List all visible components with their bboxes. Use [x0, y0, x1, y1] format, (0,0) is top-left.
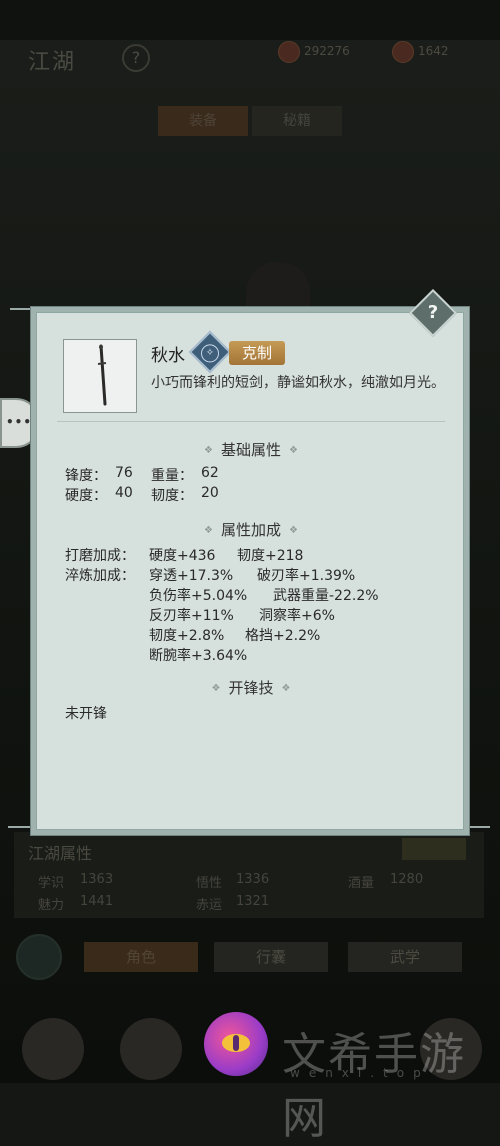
- restraint-label: 克制: [229, 341, 285, 365]
- coin-icon: [278, 41, 300, 63]
- top-bar: [0, 0, 500, 40]
- stat-label: 韧度：: [151, 488, 193, 504]
- help-icon[interactable]: ?: [122, 44, 150, 72]
- stat-label: 硬度：: [65, 488, 107, 504]
- sharpen-skill-value: 未开锋: [65, 706, 107, 722]
- role-button[interactable]: 角色: [84, 942, 198, 972]
- bonus-attributes-title: ❖ 属性加成 ❖: [204, 521, 298, 539]
- tab-equipment[interactable]: 装备: [158, 106, 248, 136]
- bonus-value: 武器重量-22.2%: [273, 588, 379, 604]
- bonus-value: 穿透+17.3%: [149, 568, 234, 584]
- martial-arts-button[interactable]: 武学: [348, 942, 462, 972]
- bonus-value: 硬度+436: [149, 548, 216, 564]
- stat-label: 重量：: [151, 468, 193, 484]
- base-attributes-title: ❖ 基础属性 ❖: [204, 441, 298, 459]
- bonus-value: 断腕率+3.64%: [149, 648, 248, 664]
- character-figure: [246, 262, 310, 312]
- stat-label: 锋度：: [65, 468, 107, 484]
- watermark-subtext: wenxi.top: [290, 1066, 430, 1080]
- ingot-currency: 1642: [392, 40, 449, 63]
- stat-value: 62: [201, 465, 219, 481]
- decor-line: [8, 826, 38, 828]
- coin-currency: 292276: [278, 40, 350, 63]
- stat-value: 40: [115, 485, 133, 501]
- stat-value: 20: [201, 485, 219, 501]
- stat-label: 酒量: [348, 876, 375, 891]
- stat-value: 1280: [390, 872, 424, 887]
- decor-line: [10, 308, 40, 310]
- diamond-icon: ❖: [204, 525, 213, 536]
- short-sword-icon: [97, 344, 107, 406]
- stat-label: 学识: [38, 876, 65, 891]
- question-icon: ?: [427, 302, 439, 323]
- bonus-value: 破刃率+1.39%: [257, 568, 356, 584]
- diamond-icon: ❖: [204, 445, 213, 456]
- watermark-logo: [204, 1012, 268, 1076]
- stat-label: 赤运: [196, 898, 223, 913]
- ingot-value: 1642: [418, 44, 449, 58]
- stat-value: 1441: [80, 894, 114, 909]
- diamond-icon: ❖: [289, 445, 298, 456]
- attributes-title: 江湖属性: [28, 844, 93, 863]
- bonus-value: 洞察率+6%: [259, 608, 335, 624]
- avatar[interactable]: [120, 1018, 182, 1080]
- watermark-text: 文希手游网: [282, 1029, 466, 1144]
- diamond-icon: ❖: [289, 525, 298, 536]
- stat-value: 1321: [236, 894, 270, 909]
- stat-value: 1363: [80, 872, 114, 887]
- coin-value: 292276: [304, 44, 350, 58]
- bonus-value: 反刃率+11%: [149, 608, 234, 624]
- bonus-value: 韧度+218: [237, 548, 304, 564]
- restraint-gem-icon: ✧: [188, 330, 232, 374]
- sharpen-skill-title: ❖ 开锋技 ❖: [211, 679, 291, 697]
- restraint-badge: ✧ 克制: [188, 330, 287, 374]
- stat-label: 魅力: [38, 898, 65, 913]
- page-title: 江湖: [28, 50, 77, 75]
- bonus-value: 韧度+2.8%: [149, 628, 225, 644]
- diamond-icon: ❖: [211, 683, 221, 694]
- ingot-icon: [392, 41, 414, 63]
- temper-bonus-label: 淬炼加成：: [65, 568, 135, 584]
- attributes-badge: [402, 838, 466, 860]
- bag-button[interactable]: 行囊: [214, 942, 328, 972]
- bonus-value: 格挡+2.2%: [245, 628, 321, 644]
- item-tooltip-card: 秋水 ✧ 克制 小巧而锋利的短剑，静谧如秋水，纯澈如月光。 ❖ 基础属性 ❖ 锋度：…: [36, 312, 464, 830]
- stat-value: 1336: [236, 872, 270, 887]
- tab-manuals[interactable]: 秘籍: [252, 106, 342, 136]
- diamond-icon: ❖: [281, 683, 291, 694]
- bonus-value: 负伤率+5.04%: [149, 588, 248, 604]
- equipment-tabs: 装备 秘籍: [158, 106, 342, 136]
- divider: [57, 421, 445, 422]
- stat-label: 悟性: [196, 876, 223, 891]
- stat-value: 76: [115, 465, 133, 481]
- item-name: 秋水: [151, 346, 185, 366]
- avatar[interactable]: [22, 1018, 84, 1080]
- polish-bonus-label: 打磨加成：: [65, 548, 135, 564]
- item-thumbnail: [63, 339, 137, 413]
- item-description: 小巧而锋利的短剑，静谧如秋水，纯澈如月光。: [151, 375, 445, 391]
- menu-round-button[interactable]: [16, 934, 62, 980]
